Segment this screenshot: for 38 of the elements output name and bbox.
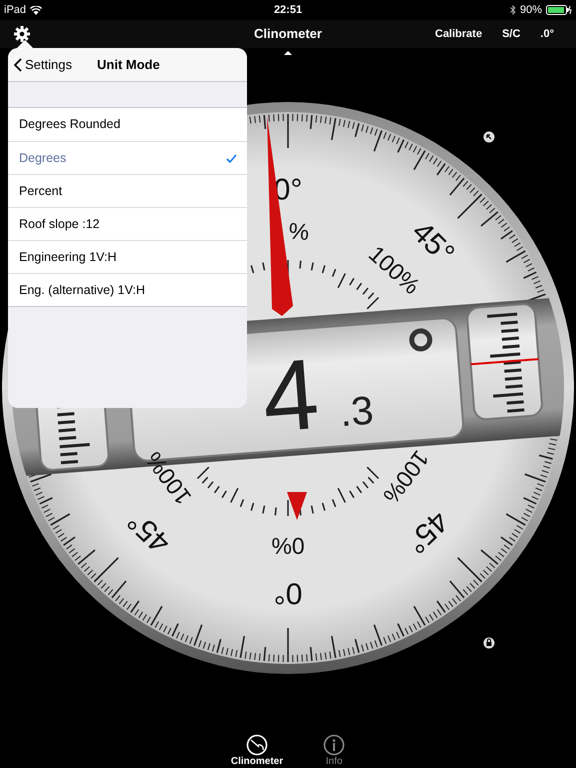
back-button[interactable]: Settings: [8, 54, 72, 74]
unit-option[interactable]: Roof slope :12: [8, 207, 247, 240]
unit-option[interactable]: Degrees Rounded: [8, 108, 247, 141]
gear-icon: [14, 26, 30, 42]
device-name: iPad: [4, 2, 26, 18]
degree-ring-icon: [409, 328, 432, 352]
unit-option[interactable]: Degrees: [8, 141, 247, 174]
degree-label: 0°: [274, 576, 302, 610]
checkmark-icon: [226, 154, 237, 162]
indicator-icon: [284, 51, 292, 55]
popover-title: Unit Mode: [97, 56, 160, 74]
info-icon: [323, 734, 346, 756]
status-time: 22:51: [274, 2, 302, 18]
percent-label: %: [288, 218, 310, 246]
tab-bar-item[interactable]: Info: [323, 734, 346, 768]
unit-option[interactable]: Percent: [8, 174, 247, 207]
unit-option[interactable]: Eng. (alternative) 1V:H: [8, 273, 247, 306]
bluetooth-icon: [510, 5, 516, 15]
chevron-left-icon: [14, 58, 22, 72]
reading-decimal: .3: [338, 388, 375, 436]
degree-label: 45°: [399, 504, 455, 560]
lock-icon: [484, 638, 494, 648]
clinometer-icon: [246, 734, 268, 756]
degree-label: 45°: [121, 504, 177, 560]
rotate-arrow-icon: [484, 132, 494, 142]
wifi-icon: [30, 6, 42, 14]
screen-title: Clinometer: [254, 25, 322, 44]
battery-icon: [546, 5, 572, 15]
settings-button[interactable]: [13, 25, 31, 43]
unit-option[interactable]: Engineering 1V:H: [8, 240, 247, 273]
battery-percent: 90%: [520, 2, 542, 18]
reading-value: 4: [258, 338, 323, 454]
percent-label: 0%: [271, 533, 305, 559]
bottom-pointer: [287, 492, 307, 520]
nav-action[interactable]: S/C: [502, 26, 520, 42]
nav-action[interactable]: .0°: [540, 26, 554, 42]
nav-action[interactable]: Calibrate: [435, 26, 482, 42]
tab-bar-item[interactable]: Clinometer: [230, 734, 284, 768]
